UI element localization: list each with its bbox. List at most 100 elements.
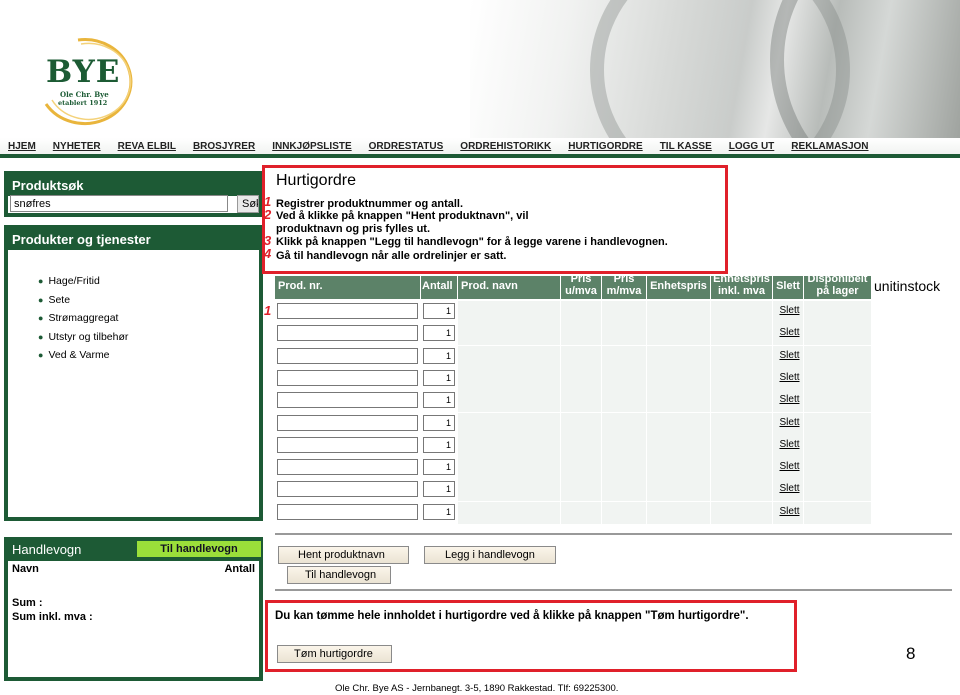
product-number-input[interactable] [277,392,418,409]
delete-row-link[interactable]: Slett [775,439,804,450]
nav-link-ordrestatus[interactable]: ORDRESTATUS [369,141,444,152]
quantity-input[interactable]: 1 [423,392,455,409]
clear-order-button[interactable]: Tøm hurtigordre [277,645,392,663]
row-cell [711,345,773,368]
row-cell [647,457,711,480]
nav-link-innkjopsliste[interactable]: INNKJØPSLISTE [272,141,351,152]
row-cell [458,434,561,457]
category-hage-fritid[interactable]: ● Hage/Fritid [38,272,259,291]
quantity-input[interactable]: 1 [423,459,455,476]
col-pris-u-mva-line2: u/mva [565,285,597,297]
cart-sum-vat: Sum inkl. mva : [12,611,93,623]
row-cell [561,457,602,480]
quantity-input[interactable]: 1 [423,369,455,386]
nav-link-til-kasse[interactable]: TIL KASSE [660,141,712,152]
row-cell [602,323,647,346]
instruction-line: Ved å klikke på knappen "Hent produktnav… [276,210,529,222]
row-cell [458,367,561,390]
instruction-line: Gå til handlevogn når alle ordrelinjer e… [276,250,507,262]
row-cell [804,301,872,323]
product-number-input[interactable] [277,369,418,386]
row-cell [602,457,647,480]
row-cell [647,479,711,502]
row-cell [561,434,602,457]
add-to-cart-button[interactable]: Legg i handlevogn [424,546,556,564]
nav-link-reva-elbil[interactable]: REVA ELBIL [118,141,176,152]
category-sete[interactable]: ● Sete [38,291,259,310]
cart-sum: Sum : [12,597,43,609]
nav-link-logg-ut[interactable]: LOGG UT [729,141,775,152]
order-row: 1 Slett [275,434,872,457]
quantity-input[interactable]: 1 [423,414,455,431]
row-cell [602,479,647,502]
product-number-input[interactable] [277,325,418,342]
nav-link-brosjyrer[interactable]: BROSJYRER [193,141,255,152]
delete-row-link[interactable]: Slett [775,461,804,472]
product-number-input[interactable] [277,503,418,520]
go-to-cart-button[interactable]: Til handlevogn [137,541,261,557]
delete-row-link[interactable]: Slett [775,394,804,405]
search-input[interactable] [10,195,228,212]
delete-row-link[interactable]: Slett [775,305,804,316]
go-to-cart-main-button[interactable]: Til handlevogn [287,566,391,584]
row-cell [804,345,872,368]
nav-link-reklamasjon[interactable]: REKLAMASJON [791,141,868,152]
product-number-input[interactable] [277,481,418,498]
cart-col-name: Navn [12,563,39,575]
product-number-input[interactable] [277,459,418,476]
delete-row-link[interactable]: Slett [775,327,804,338]
category-utstyr[interactable]: ● Utstyr og tilbehør [38,328,259,347]
order-row: 1 Slett [275,301,872,323]
row-cell [804,367,872,390]
quantity-input[interactable]: 1 [423,481,455,498]
row-cell [804,323,872,346]
quantity-input[interactable]: 1 [423,303,455,319]
product-number-input[interactable] [277,303,418,319]
search-button[interactable]: Søk [237,195,259,213]
delete-row-link[interactable]: Slett [775,483,804,494]
product-number-input[interactable] [277,436,418,453]
category-ved-varme[interactable]: ● Ved & Varme [38,346,259,365]
category-stromaggregat[interactable]: ● Strømaggregat [38,309,259,328]
logo-text: BYE [46,54,121,90]
main-navigation: HJEM NYHETER REVA ELBIL BROSJYRER INNKJØ… [0,138,960,158]
delete-row-link[interactable]: Slett [775,417,804,428]
quantity-input[interactable]: 1 [423,436,455,453]
row-cell [561,367,602,390]
row-cell [647,434,711,457]
delete-row-link[interactable]: Slett [775,372,804,383]
nav-link-nyheter[interactable]: NYHETER [53,141,101,152]
col-disponibelt-line2: på lager [816,285,859,297]
order-row: 1 Slett [275,479,872,502]
order-row: 1 Slett [275,501,872,524]
row-cell [458,390,561,413]
row-cell [458,412,561,435]
col-enhetspris: Enhetspris [647,276,711,299]
delete-row-link[interactable]: Slett [775,506,804,517]
quantity-input[interactable]: 1 [423,347,455,364]
row-cell [561,301,602,323]
row-cell [804,390,872,413]
row-cell [711,301,773,323]
company-logo[interactable]: BYE Ole Chr. Bye etablert 1912 [38,34,138,126]
fetch-product-name-button[interactable]: Hent produktnavn [278,546,409,564]
row-cell [602,434,647,457]
nav-link-hjem[interactable]: HJEM [8,141,36,152]
logo-established: etablert 1912 [58,99,108,107]
col-disponibelt-line1: Disponibelt [807,276,868,285]
row-cell [711,367,773,390]
order-row: 1 Slett [275,412,872,435]
nav-link-ordrehistorikk[interactable]: ORDREHISTORIKK [460,141,551,152]
product-number-input[interactable] [277,347,418,364]
quantity-input[interactable]: 1 [423,325,455,342]
nav-link-hurtigordre[interactable]: HURTIGORDRE [568,141,642,152]
instruction-line: Klikk på knappen "Legg til handlevogn" f… [276,236,668,248]
product-categories-panel: Produkter og tjenester ● Hage/Fritid ● Set… [4,225,263,521]
order-row: 1 Slett [275,323,872,346]
step-number: 2 [264,207,272,222]
product-number-input[interactable] [277,414,418,431]
quantity-input[interactable]: 1 [423,503,455,520]
delete-row-link[interactable]: Slett [775,350,804,361]
order-row: 1 Slett [275,390,872,413]
row-cell [711,501,773,524]
